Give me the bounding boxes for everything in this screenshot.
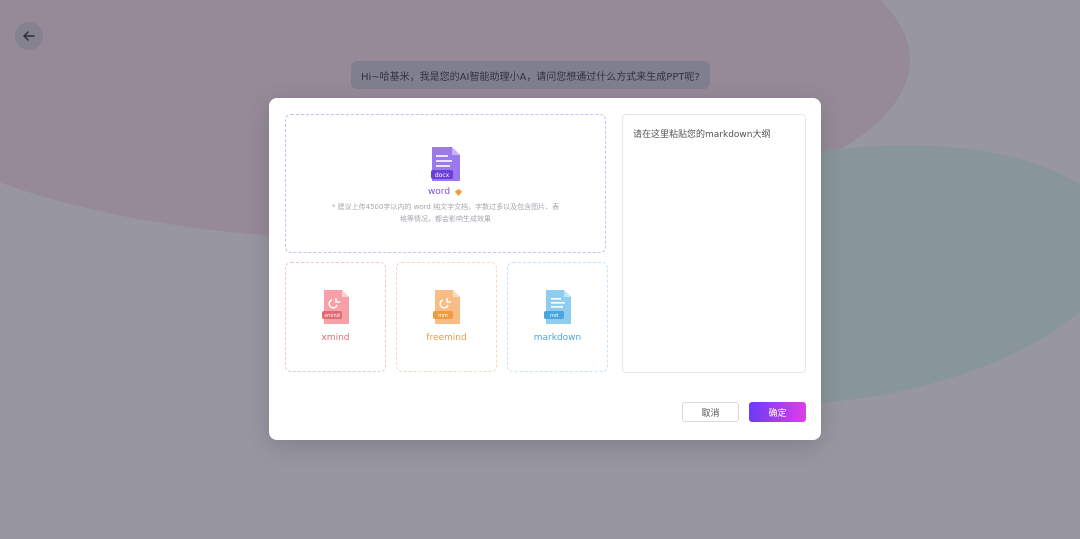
markdown-file-icon: md — [543, 290, 571, 324]
word-badge: docx — [434, 172, 449, 179]
freemind-upload-card[interactable]: mm freemind — [396, 262, 497, 372]
freemind-file-icon: mm — [432, 290, 460, 324]
word-label: word — [427, 187, 451, 197]
word-label-row: word — [428, 187, 463, 197]
xmind-file-icon: xmind — [321, 290, 349, 324]
markdown-label: markdown — [533, 333, 582, 343]
xmind-upload-card[interactable]: xmind xmind — [285, 262, 386, 372]
markdown-upload-card[interactable]: md markdown — [507, 262, 608, 372]
confirm-button[interactable]: 确定 — [749, 402, 806, 422]
word-upload-hint: * 建议上传4500字以内的 word 纯文字文档，字数过多以及包含图片、表格等… — [331, 203, 560, 223]
markdown-badge: md — [549, 313, 557, 319]
xmind-label: xmind — [321, 333, 350, 343]
word-upload-area[interactable]: docx word * 建议上传4500字以内的 word 纯文字文档，字数过多… — [285, 114, 606, 253]
upload-dialog: docx word * 建议上传4500字以内的 word 纯文字文档，字数过多… — [269, 98, 821, 440]
freemind-label: freemind — [426, 333, 467, 343]
diamond-icon — [454, 188, 463, 196]
word-file-icon: docx — [430, 147, 460, 181]
cancel-button[interactable]: 取消 — [682, 402, 739, 422]
freemind-badge: mm — [438, 313, 448, 319]
markdown-input[interactable]: 请在这里粘贴您的markdown大纲 — [622, 114, 806, 373]
markdown-input-placeholder: 请在这里粘贴您的markdown大纲 — [633, 130, 771, 140]
xmind-badge: xmind — [324, 313, 340, 319]
